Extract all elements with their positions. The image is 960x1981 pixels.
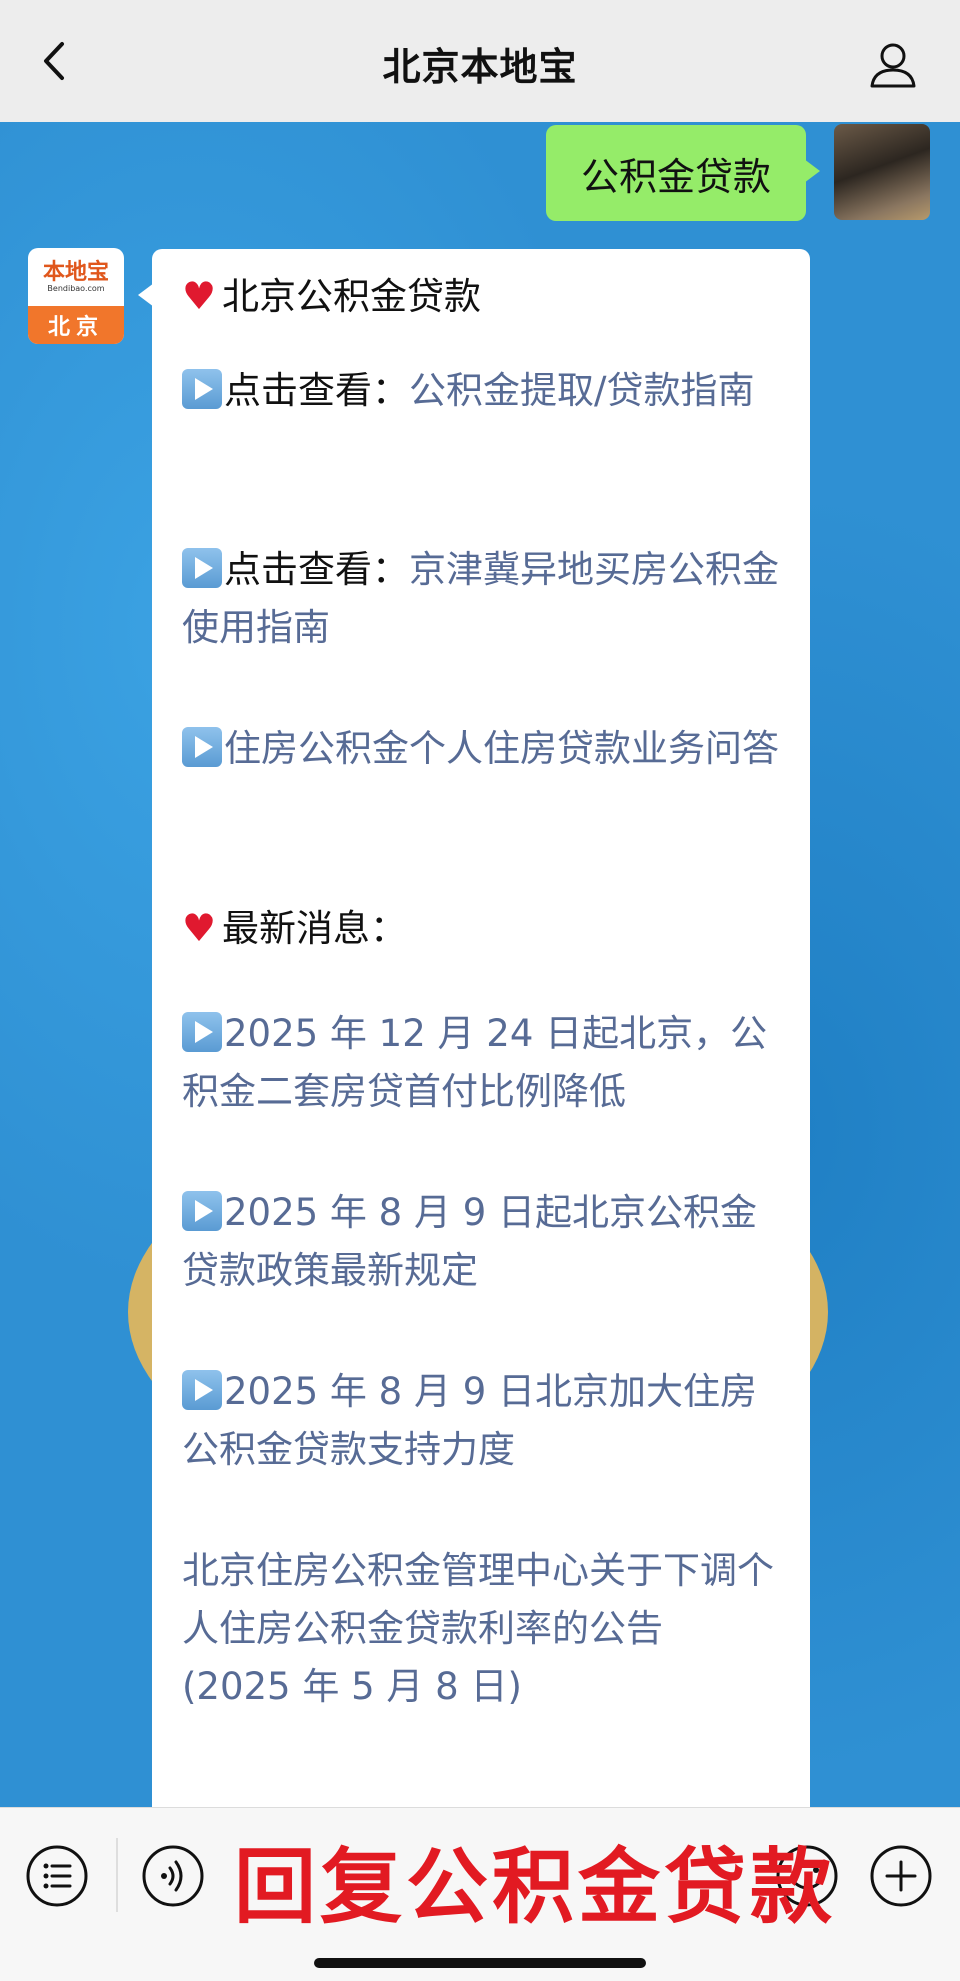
play-icon [182, 1191, 222, 1231]
play-icon [182, 1370, 222, 1410]
heart-icon: ♥ [182, 274, 217, 318]
play-icon [182, 548, 222, 588]
news-item-1[interactable]: 2025 年 12 月 24 日起北京，公积金二套房贷首付比例降低 [182, 1005, 782, 1121]
avatar-city-text: 北京 [28, 306, 124, 344]
home-indicator[interactable] [314, 1958, 646, 1968]
news-item-2[interactable]: 2025 年 8 月 9 日起北京公积金贷款政策最新规定 [182, 1184, 782, 1300]
bot-avatar[interactable]: 本地宝 Bendibao.com 北京 [28, 248, 124, 344]
top-nav-bar: 北京本地宝 [0, 0, 960, 123]
heading-1: ♥ 北京公积金贷款 [182, 267, 782, 326]
play-icon [182, 1012, 222, 1052]
bot-message-bubble: ♥ 北京公积金贷款 点击查看：公积金提取/贷款指南 点击查看：京津冀异地买房公积金… [138, 249, 810, 1807]
bottom-input-bar: 回复公积金贷款 [0, 1807, 960, 1981]
avatar-url-text: Bendibao.com [47, 284, 105, 293]
guide-item-3[interactable]: 住房公积金个人住房贷款业务问答 [182, 720, 782, 778]
news-item-3[interactable]: 2025 年 8 月 9 日北京加大住房公积金贷款支持力度 [182, 1363, 782, 1479]
play-icon [182, 727, 222, 767]
guide-link-1[interactable]: 公积金提取/贷款指南 [409, 369, 754, 412]
user-avatar[interactable] [834, 124, 930, 220]
heart-icon: ♥ [182, 906, 217, 950]
user-icon[interactable] [866, 38, 920, 92]
plus-icon[interactable] [868, 1843, 934, 1909]
chat-title: 北京本地宝 [382, 45, 578, 89]
overlay-instruction-text: 回复公积金贷款 [234, 1840, 837, 1935]
user-message-bubble[interactable]: 公积金贷款 [546, 125, 820, 221]
news-item-4[interactable]: 北京住房公积金管理中心关于下调个人住房公积金贷款利率的公告 (2025 年 5 … [182, 1542, 782, 1716]
heading-2: ♥ 最新消息： [182, 899, 782, 958]
guide-item-2: 点击查看：京津冀异地买房公积金使用指南 [182, 548, 779, 649]
menu-list-icon[interactable] [24, 1843, 90, 1909]
chat-area[interactable]: 公积金贷款 本地宝 Bendibao.com 北京 ♥ 北京公积金贷款 点击查看：… [0, 122, 960, 1807]
avatar-brand-text: 本地宝 [42, 259, 109, 285]
guide-item-1: 点击查看：公积金提取/贷款指南 [182, 362, 782, 420]
play-icon [182, 369, 222, 409]
user-message-text: 公积金贷款 [580, 154, 771, 199]
voice-icon[interactable] [140, 1843, 206, 1909]
divider [116, 1838, 118, 1912]
